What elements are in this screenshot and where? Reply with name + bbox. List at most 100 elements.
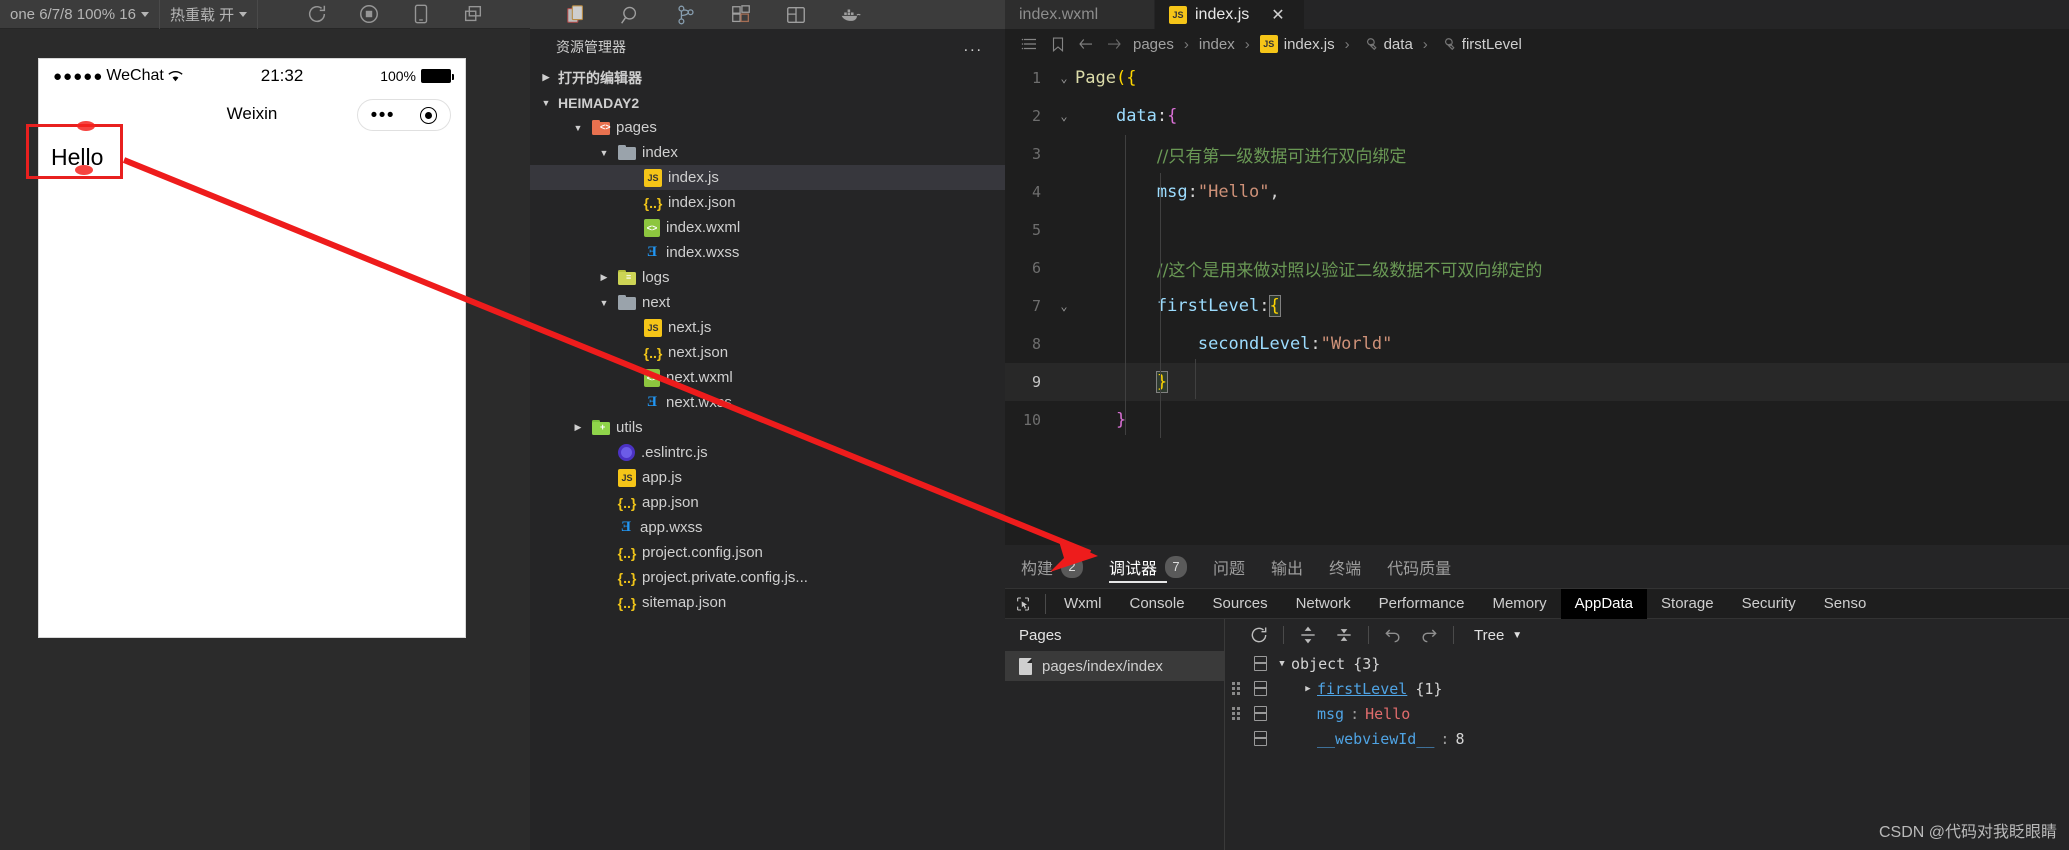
devtools-tab-security[interactable]: Security (1728, 589, 1810, 619)
panel-tab-1[interactable]: 调试器 7 (1109, 545, 1188, 589)
forward-arrow-icon[interactable] (1105, 35, 1123, 53)
breadcrumb-label: firstLevel (1461, 35, 1522, 53)
search-icon[interactable] (620, 4, 642, 26)
chevron-down-icon[interactable]: ▼ (1273, 659, 1291, 669)
copy-files-icon[interactable] (565, 4, 587, 26)
close-icon[interactable]: ✕ (1271, 5, 1284, 25)
tab-index-wxml[interactable]: index.wxml (1005, 0, 1155, 29)
panel-tab-2[interactable]: 问题 (1213, 545, 1245, 589)
explorer-more-icon[interactable]: ... (964, 38, 983, 56)
checkbox-icon[interactable] (1247, 681, 1273, 696)
file-tree-label: app.js (642, 469, 683, 486)
devtools-tab-senso[interactable]: Senso (1810, 589, 1881, 619)
drag-handle-icon[interactable] (1225, 682, 1247, 695)
outline-icon[interactable] (1021, 35, 1039, 53)
source-control-icon[interactable] (675, 4, 697, 26)
appdata-tree-row[interactable]: msg: Hello (1225, 701, 2069, 726)
bookmark-icon[interactable] (1049, 35, 1067, 53)
file-tree-row[interactable]: Ǝindex.wxss (530, 240, 1005, 265)
devtools-tab-console[interactable]: Console (1116, 589, 1199, 619)
file-tree-row[interactable]: ▶ ≡ logs (530, 265, 1005, 290)
wxss-file-icon: Ǝ (620, 519, 631, 535)
devtools-tab-wxml[interactable]: Wxml (1050, 589, 1116, 619)
chevron-down-icon[interactable]: ▼ (570, 123, 586, 133)
docker-icon[interactable] (840, 4, 862, 26)
file-tree-row[interactable]: ▼ index (530, 140, 1005, 165)
breadcrumb-item-index-js[interactable]: JS index.js (1259, 35, 1335, 53)
file-tree-row[interactable]: ▼ next (530, 290, 1005, 315)
phone-icon[interactable] (410, 3, 432, 25)
expand-icon[interactable] (1290, 619, 1326, 651)
appdata-value: {1} (1415, 679, 1443, 698)
windows-icon[interactable] (462, 3, 484, 25)
redo-icon[interactable] (1411, 619, 1447, 651)
file-tree-row[interactable]: {..} next.json (530, 340, 1005, 365)
devtools-tab-network[interactable]: Network (1282, 589, 1365, 619)
layout-icon[interactable] (785, 4, 807, 26)
close-capsule-icon[interactable] (420, 106, 438, 124)
refresh-icon[interactable] (306, 3, 328, 25)
devtools-tab-sources[interactable]: Sources (1199, 589, 1282, 619)
file-tree-row[interactable]: <> index.wxml (530, 215, 1005, 240)
drag-handle-icon[interactable] (1225, 707, 1247, 720)
appdata-tree-row[interactable]: __webviewId__:8 (1225, 726, 2069, 751)
file-tree-row[interactable]: {..} sitemap.json (530, 590, 1005, 615)
pages-list-item[interactable]: pages/index/index (1005, 651, 1224, 681)
hot-reload-selector[interactable]: 热重载 开 (160, 0, 257, 29)
breadcrumb-item-data[interactable]: data (1360, 35, 1413, 53)
breadcrumb-item-pages[interactable]: pages (1133, 36, 1174, 53)
breadcrumb-item-index[interactable]: index (1199, 36, 1235, 53)
chevron-down-icon[interactable]: ▼ (596, 298, 612, 308)
devtools-tab-performance[interactable]: Performance (1365, 589, 1479, 619)
panel-tab-5[interactable]: 代码质量 (1387, 545, 1451, 589)
file-tree-row[interactable]: {..} project.config.json (530, 540, 1005, 565)
capsule-buttons[interactable]: ••• (357, 99, 451, 131)
file-tree-row[interactable]: {..} app.json (530, 490, 1005, 515)
explorer-section-workspace[interactable]: ▼ HEIMADAY2 (530, 90, 1005, 115)
file-tree-row[interactable]: {..} index.json (530, 190, 1005, 215)
file-tree-row[interactable]: .eslintrc.js (530, 440, 1005, 465)
panel-tab-0[interactable]: 构建 2 (1021, 545, 1084, 589)
extensions-icon[interactable] (730, 4, 752, 26)
chevron-right-icon[interactable]: ▶ (570, 422, 586, 433)
devtools-tab-storage[interactable]: Storage (1647, 589, 1728, 619)
devtools-tab-label: Memory (1492, 595, 1547, 612)
panel-tab-3[interactable]: 输出 (1271, 545, 1303, 589)
explorer-section-open-editors[interactable]: ▶ 打开的编辑器 (530, 65, 1005, 90)
back-arrow-icon[interactable] (1077, 35, 1095, 53)
devtools-tab-memory[interactable]: Memory (1478, 589, 1560, 619)
file-tree-row[interactable]: ▶ + utils (530, 415, 1005, 440)
file-tree-row[interactable]: <> next.wxml (530, 365, 1005, 390)
fold-chevron-icon[interactable]: ⌄ (1053, 109, 1075, 123)
file-tree-row[interactable]: Ǝnext.wxss (530, 390, 1005, 415)
breadcrumb-item-firstlevel[interactable]: firstLevel (1438, 35, 1522, 53)
more-menu-icon[interactable]: ••• (371, 106, 395, 125)
fold-chevron-icon[interactable]: ⌄ (1053, 299, 1075, 313)
refresh-icon[interactable] (1241, 619, 1277, 651)
file-tree-row[interactable]: JS next.js (530, 315, 1005, 340)
undo-icon[interactable] (1375, 619, 1411, 651)
appdata-tree-row[interactable]: ▼ object {3} (1225, 651, 2069, 676)
record-icon[interactable] (358, 3, 380, 25)
fold-chevron-icon[interactable]: ⌄ (1053, 71, 1075, 85)
collapse-icon[interactable] (1326, 619, 1362, 651)
checkbox-icon[interactable] (1247, 656, 1273, 671)
tab-index-js[interactable]: JS index.js ✕ (1155, 0, 1305, 29)
device-selector[interactable]: one 6/7/8 100% 16 (0, 0, 159, 29)
inspect-element-icon[interactable] (1005, 596, 1041, 612)
tree-mode-selector[interactable]: Tree ▼ (1474, 627, 1522, 644)
chevron-right-icon[interactable]: ▶ (596, 272, 612, 283)
code-editor[interactable]: 1 ⌄ Page({ 2 ⌄ data:{ 3 //只有第一级数据可进行双向绑定… (1005, 59, 2069, 438)
devtools-tab-appdata[interactable]: AppData (1560, 588, 1648, 619)
file-tree-row[interactable]: ▼ <> pages (530, 115, 1005, 140)
chevron-down-icon[interactable]: ▼ (596, 148, 612, 158)
panel-tab-4[interactable]: 终端 (1329, 545, 1361, 589)
chevron-right-icon[interactable]: ▶ (1299, 684, 1317, 694)
checkbox-icon[interactable] (1247, 706, 1273, 721)
checkbox-icon[interactable] (1247, 731, 1273, 746)
file-tree-row[interactable]: JS index.js (530, 165, 1005, 190)
appdata-tree-row[interactable]: ▶ firstLevel {1} (1225, 676, 2069, 701)
file-tree-row[interactable]: {..} project.private.config.js... (530, 565, 1005, 590)
file-tree-row[interactable]: Ǝapp.wxss (530, 515, 1005, 540)
file-tree-row[interactable]: JS app.js (530, 465, 1005, 490)
